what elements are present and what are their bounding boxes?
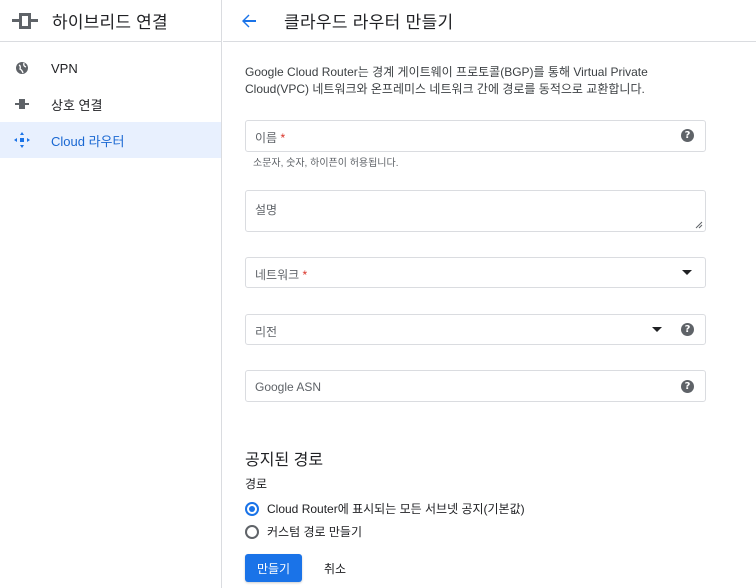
- required-marker: *: [280, 131, 286, 145]
- cloud-router-icon: [14, 132, 30, 148]
- resize-handle-icon[interactable]: [695, 221, 703, 229]
- sidebar-nav: VPN 상호 연결 Cloud 라우터: [0, 42, 221, 158]
- help-icon[interactable]: ?: [681, 323, 694, 336]
- routes-label: 경로: [245, 477, 268, 491]
- chevron-down-icon: [652, 327, 662, 332]
- sidebar-item-label: VPN: [51, 60, 78, 76]
- advertised-routes-title: 공지된 경로: [245, 452, 324, 469]
- sidebar-item-label: 상호 연결: [51, 97, 103, 113]
- name-hint: 소문자, 숫자, 하이픈이 허용됩니다.: [253, 158, 399, 169]
- create-router-form: Google Cloud Router는 경계 게이트웨이 프로토콜(BGP)를…: [245, 42, 706, 582]
- google-asn-field[interactable]: Google ASN ?: [245, 370, 706, 402]
- name-field[interactable]: 이름 * ?: [245, 120, 706, 152]
- description-field[interactable]: 설명: [245, 190, 706, 232]
- radio-dot: [249, 505, 255, 512]
- region-label: 리전: [255, 325, 278, 339]
- name-label: 이름 *: [255, 129, 285, 146]
- chevron-down-icon: [682, 270, 692, 275]
- region-select[interactable]: 리전 ?: [245, 314, 706, 345]
- vpn-globe-icon: [14, 60, 30, 76]
- name-label-text: 이름: [255, 131, 278, 145]
- help-icon[interactable]: ?: [681, 129, 694, 142]
- description-label: 설명: [255, 203, 278, 217]
- help-icon[interactable]: ?: [681, 380, 694, 393]
- sidebar-item-label: Cloud 라우터: [51, 133, 125, 149]
- sidebar-title: 하이브리드 연결: [52, 13, 168, 32]
- required-marker: *: [302, 268, 308, 282]
- radio-custom-routes[interactable]: 커스텀 경로 만들기: [245, 523, 362, 540]
- network-label: 네트워크 *: [255, 266, 307, 283]
- radio-label: 커스텀 경로 만들기: [267, 525, 362, 539]
- create-button[interactable]: 만들기: [245, 554, 302, 582]
- main-panel: 클라우드 라우터 만들기 Google Cloud Router는 경계 게이트…: [223, 0, 756, 588]
- cancel-button[interactable]: 취소: [313, 554, 357, 582]
- form-description: Google Cloud Router는 경계 게이트웨이 프로토콜(BGP)를…: [245, 65, 648, 96]
- sidebar-item-vpn[interactable]: VPN: [0, 50, 221, 86]
- sidebar: 하이브리드 연결 VPN 상호 연결 Cloud 라우터: [0, 0, 222, 588]
- hybrid-connectivity-icon: [12, 11, 38, 31]
- page-title: 클라우드 라우터 만들기: [284, 13, 454, 32]
- radio-button[interactable]: [245, 524, 259, 539]
- sidebar-header: 하이브리드 연결: [0, 0, 221, 42]
- sidebar-item-cloud-router[interactable]: Cloud 라우터: [0, 122, 221, 158]
- radio-advertise-all-subnets[interactable]: Cloud Router에 표시되는 모든 서브넷 공지(기본값): [245, 500, 525, 517]
- back-arrow-icon[interactable]: [239, 11, 259, 31]
- sidebar-item-interconnect[interactable]: 상호 연결: [0, 86, 221, 122]
- network-label-text: 네트워크: [255, 268, 300, 282]
- radio-label: Cloud Router에 표시되는 모든 서브넷 공지(기본값): [267, 502, 525, 516]
- page-header: 클라우드 라우터 만들기: [223, 0, 756, 42]
- asn-label: Google ASN: [255, 380, 322, 394]
- network-select[interactable]: 네트워크 *: [245, 257, 706, 288]
- radio-button-checked[interactable]: [245, 501, 259, 516]
- interconnect-icon: [14, 96, 30, 112]
